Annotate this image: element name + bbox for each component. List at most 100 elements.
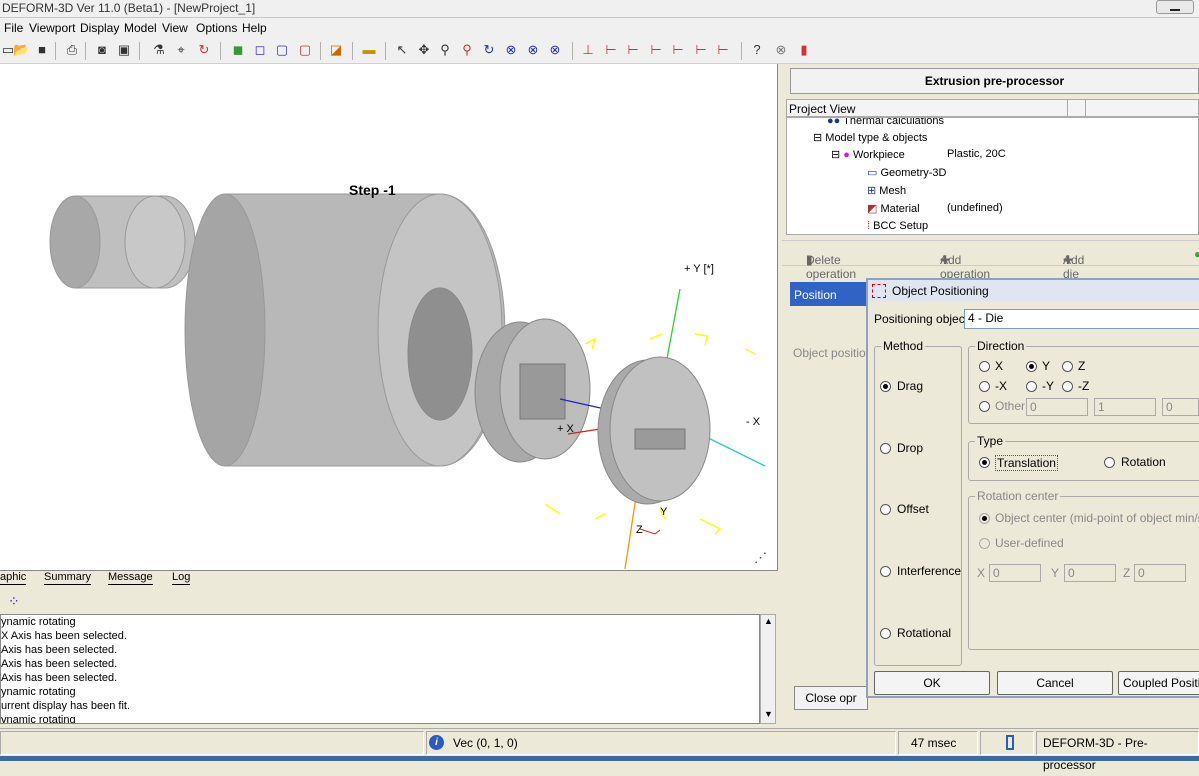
scroll-up-icon[interactable]: ▲ <box>764 616 773 626</box>
axis-minus-x-icon[interactable]: ⊢ <box>625 42 641 58</box>
rotate-icon[interactable]: ↻ <box>481 42 497 58</box>
ruler-icon[interactable]: ▬ <box>361 42 377 58</box>
tree-item-bcc[interactable]: ⁞ BCC Setup <box>867 220 928 232</box>
select-arrow-icon[interactable]: ↖ <box>394 42 410 58</box>
tree-item-thermal[interactable]: ●● Thermal calculations <box>827 118 944 127</box>
other-y-field[interactable]: 1 <box>1094 398 1156 416</box>
dir-z-radio[interactable] <box>1062 361 1073 372</box>
dir-minus-y-radio[interactable] <box>1026 381 1037 392</box>
viewport-corner-icon[interactable]: ⋰ <box>754 550 767 566</box>
axis-label-z: Z <box>636 524 643 536</box>
rc-y-field[interactable]: 0 <box>1064 564 1116 582</box>
dots-icon[interactable]: ⁘ <box>8 593 20 610</box>
other-z-field[interactable]: 0 <box>1162 398 1199 416</box>
tree-item-geometry[interactable]: ▭ Geometry-3D <box>867 166 947 179</box>
rotate-z-icon[interactable]: ⊗ <box>547 42 563 58</box>
tab-message[interactable]: Message <box>108 571 153 585</box>
tree-item-material[interactable]: ◩ Material <box>867 202 920 215</box>
tab-graphic[interactable]: aphic <box>0 571 27 585</box>
mesh-tool-icon[interactable]: ⌖ <box>173 42 189 58</box>
tree-item-workpiece[interactable]: ⊟ ● Workpiece <box>831 148 905 161</box>
dialog-title: Object Positioning <box>892 284 989 298</box>
dir-other-radio[interactable] <box>979 401 990 412</box>
wire-view-icon[interactable]: ◻ <box>252 42 268 58</box>
dir-minus-y-label: -Y <box>1042 379 1054 393</box>
rc-y-label: Y <box>1051 566 1060 580</box>
solid-view-icon[interactable]: ◼ <box>230 42 246 58</box>
axis-iso-icon[interactable]: ⊥ <box>580 42 596 58</box>
outline-view-icon[interactable]: ▢ <box>297 42 313 58</box>
menu-view[interactable]: View <box>162 21 188 35</box>
method-drop-radio[interactable] <box>880 443 891 454</box>
method-interference-label: Interference <box>897 564 962 578</box>
graphics-viewport[interactable]: Step -1 + Y [*] - X + X Y Z ⋰ <box>0 64 778 570</box>
minimize-button[interactable] <box>1156 0 1194 14</box>
dialog-title-bar[interactable]: Object Positioning <box>868 280 1199 302</box>
dir-minus-x-radio[interactable] <box>979 381 990 392</box>
coupled-positioning-button[interactable]: Coupled Positi <box>1118 671 1199 695</box>
snapshot-icon[interactable]: ▣ <box>116 42 132 58</box>
method-drag-radio[interactable] <box>880 381 891 392</box>
method-rotational-radio[interactable] <box>880 628 891 639</box>
method-offset-radio[interactable] <box>880 504 891 515</box>
project-tree[interactable]: ●● Thermal calculations ⊟ Model type & o… <box>786 117 1199 235</box>
rotate-x-icon[interactable]: ⊗ <box>503 42 519 58</box>
object-icon[interactable]: ◪ <box>328 42 344 58</box>
dir-minus-z-radio[interactable] <box>1062 381 1073 392</box>
tab-log[interactable]: Log <box>172 571 191 585</box>
axis-plus-x-icon[interactable]: ⊢ <box>603 42 619 58</box>
method-interference-radio[interactable] <box>880 566 891 577</box>
save-icon[interactable]: ■ <box>34 42 50 58</box>
box-view-icon[interactable]: ▢ <box>274 42 290 58</box>
position-tab[interactable]: Position <box>790 282 868 306</box>
rc-user-defined-radio[interactable] <box>979 538 990 549</box>
bcc-icon: ⁞ <box>867 220 871 232</box>
pan-icon[interactable]: ✥ <box>416 42 432 58</box>
open-icon[interactable]: 📂 <box>13 42 29 58</box>
list-item: urrent display has been fit. <box>1 700 131 712</box>
positioning-object-select[interactable]: 4 - Die <box>964 309 1199 329</box>
menu-display[interactable]: Display <box>80 21 119 35</box>
type-rotation-radio[interactable] <box>1104 457 1115 468</box>
rc-z-field[interactable]: 0 <box>1134 564 1186 582</box>
scroll-down-icon[interactable]: ▼ <box>764 709 773 719</box>
refresh-icon[interactable]: ↻ <box>196 42 212 58</box>
axis-minus-y-icon[interactable]: ⊢ <box>670 42 686 58</box>
zoom-box-icon[interactable]: ⚲ <box>459 42 475 58</box>
dir-y-radio[interactable] <box>1026 361 1037 372</box>
tree-item-model-type[interactable]: ⊟ Model type & objects <box>813 131 927 144</box>
axis-plus-y-icon[interactable]: ⊢ <box>648 42 664 58</box>
print-icon[interactable]: ⎙ <box>64 42 80 58</box>
dir-x-label: X <box>995 359 1004 373</box>
menu-help[interactable]: Help <box>242 21 267 35</box>
tool-icon[interactable]: ⚗ <box>151 42 167 58</box>
close-operation-button[interactable]: Close opr <box>794 686 868 710</box>
object-positioning-dialog: Object Positioning Positioning object 4 … <box>866 278 1199 698</box>
menu-viewport[interactable]: Viewport <box>29 21 75 35</box>
rc-object-center-radio[interactable] <box>979 513 990 524</box>
camera-icon[interactable]: ◙ <box>94 42 110 58</box>
list-item: Axis has been selected. <box>1 644 118 656</box>
menu-model[interactable]: Model <box>124 21 157 35</box>
exit-icon[interactable]: ▮ <box>796 42 812 58</box>
ok-button[interactable]: OK <box>874 671 990 695</box>
type-translation-radio[interactable] <box>979 457 990 468</box>
menu-options[interactable]: Options <box>196 21 237 35</box>
other-x-field[interactable]: 0 <box>1026 398 1088 416</box>
tab-summary[interactable]: Summary <box>44 571 92 585</box>
dir-x-radio[interactable] <box>979 361 990 372</box>
help-icon[interactable]: ? <box>749 42 765 58</box>
menu-file[interactable]: File <box>4 21 23 35</box>
cancel-button[interactable]: Cancel <box>997 671 1113 695</box>
method-drag-label: Drag <box>897 379 924 393</box>
message-list[interactable]: ynamic rotating X Axis has been selected… <box>0 614 760 724</box>
stop-icon[interactable]: ⊗ <box>773 42 789 58</box>
rotate-y-icon[interactable]: ⊗ <box>525 42 541 58</box>
rc-x-field[interactable]: 0 <box>989 564 1041 582</box>
zoom-icon[interactable]: ⚲ <box>437 42 453 58</box>
axis-plus-z-icon[interactable]: ⊢ <box>693 42 709 58</box>
axis-minus-z-icon[interactable]: ⊢ <box>715 42 731 58</box>
tree-item-mesh[interactable]: ⊞ Mesh <box>867 184 906 197</box>
message-scrollbar[interactable]: ▲ ▼ <box>760 614 776 724</box>
taskbar-strip <box>0 756 1199 761</box>
